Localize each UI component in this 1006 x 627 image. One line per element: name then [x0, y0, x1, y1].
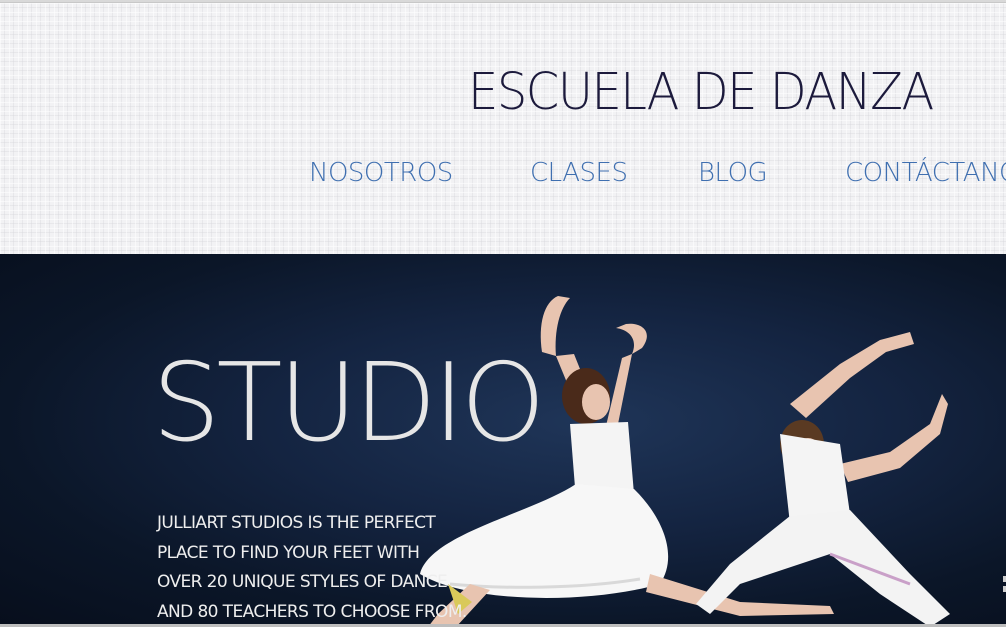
nav-item-nosotros[interactable]: NOSOTROS — [309, 158, 453, 188]
hero-banner: STUDIO JULLIART STUDIOS IS THE PERFECT P… — [0, 254, 1006, 627]
hero-description-line: PLACE TO FIND YOUR FEET WITH — [157, 542, 420, 563]
nav-item-clases[interactable]: CLASES — [530, 158, 628, 188]
main-nav: NOSOTROS CLASES BLOG CONTÁCTANOS — [0, 158, 1006, 194]
male-dancer-figure — [696, 332, 950, 627]
nav-item-blog[interactable]: BLOG — [698, 158, 768, 188]
site-header: ESCUELA DE DANZA NOSOTROS CLASES BLOG CO… — [0, 3, 1006, 254]
nav-item-contactanos[interactable]: CONTÁCTANOS — [845, 158, 1006, 188]
hero-title: STUDIO — [152, 341, 546, 466]
hero-description: JULLIART STUDIOS IS THE PERFECT PLACE TO… — [157, 509, 487, 627]
site-title[interactable]: ESCUELA DE DANZA — [468, 63, 934, 122]
hero-description-line: JULLIART STUDIOS IS THE PERFECT — [157, 513, 436, 533]
hero-description-line: OVER 20 UNIQUE STYLES OF DANCE — [157, 572, 448, 592]
edge-indicator — [1002, 572, 1006, 602]
hero-description-line: AND 80 TEACHERS TO CHOOSE FROM. — [157, 601, 467, 622]
